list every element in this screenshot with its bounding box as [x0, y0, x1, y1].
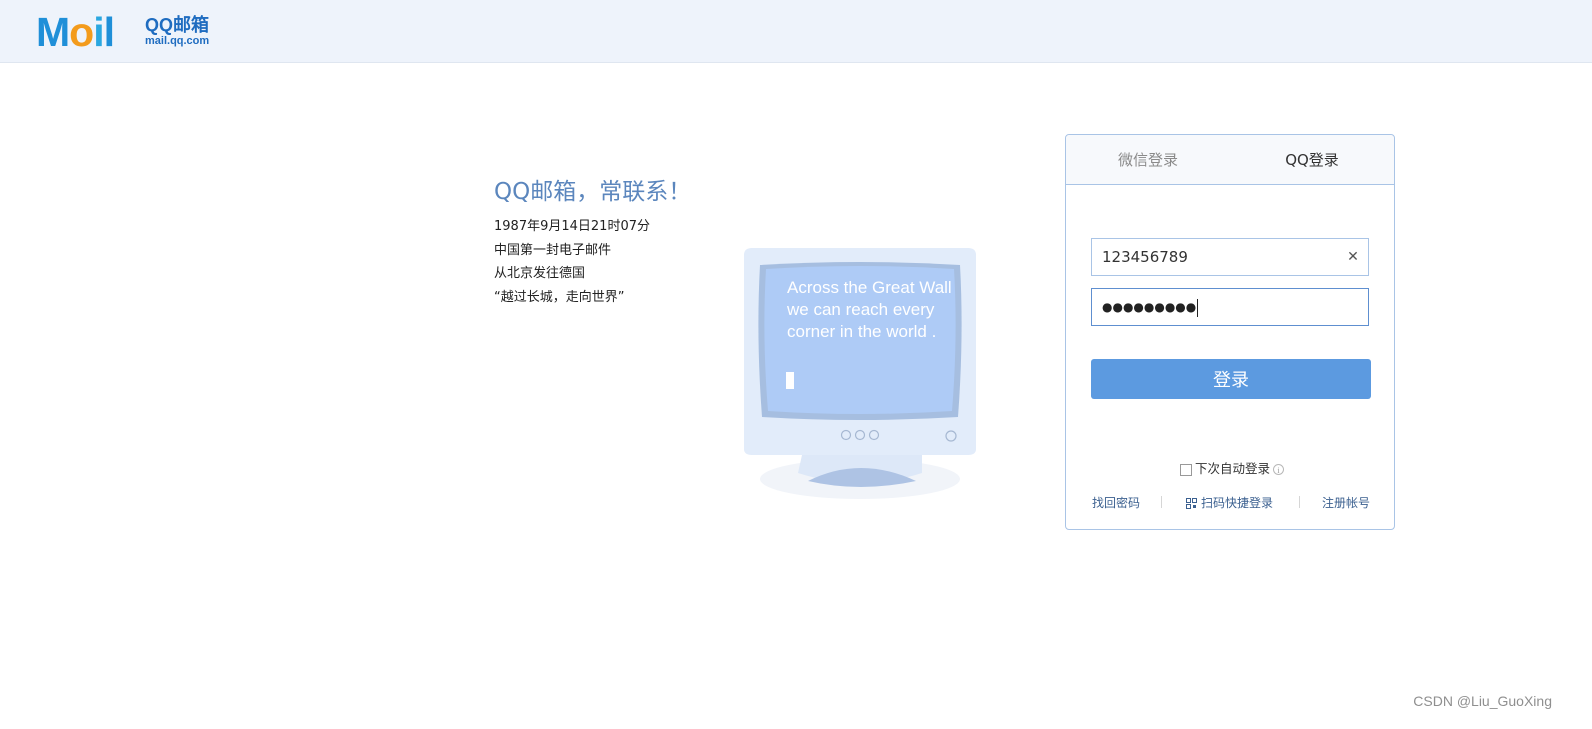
scan-login-label: 扫码快捷登录: [1201, 496, 1274, 510]
slogan-line-first-email: 中国第一封电子邮件: [494, 242, 612, 258]
monitor-cursor: [786, 372, 794, 389]
login-tabs: 微信登录 QQ登录: [1066, 135, 1394, 185]
login-button[interactable]: 登录: [1091, 359, 1371, 399]
qr-code-icon: [1186, 498, 1197, 509]
logo-letter-i: i: [93, 9, 104, 55]
tab-wechat-login[interactable]: 微信登录: [1066, 135, 1230, 184]
monitor-screen-text: Across the Great Wall we can reach every…: [787, 278, 952, 341]
slogan-line-date: 1987年9月14日21时07分: [494, 219, 650, 234]
tab-qq-login[interactable]: QQ登录: [1230, 135, 1394, 184]
password-mask: ●●●●●●●●●: [1102, 300, 1197, 314]
info-icon[interactable]: i: [1273, 464, 1285, 475]
register-account-link[interactable]: 注册帐号: [1322, 494, 1370, 511]
close-icon[interactable]: ✕: [1344, 248, 1362, 266]
find-password-link[interactable]: 找回密码: [1092, 494, 1140, 511]
password-input[interactable]: ●●●●●●●●●: [1102, 289, 1199, 325]
logo-mail-wordmark: Moil: [36, 9, 115, 55]
logo-text: QQ邮箱 mail.qq.com: [145, 15, 209, 48]
monitor-illustration: Across the Great Wall we can reach every…: [740, 245, 985, 509]
slogan-line-quote: “越过长城，走向世界”: [494, 289, 625, 305]
auto-login-label[interactable]: 下次自动登录: [1195, 461, 1270, 476]
logo-letter-m: M: [36, 9, 70, 55]
top-header: Moil QQ邮箱 mail.qq.com: [0, 0, 1592, 63]
csdn-watermark: CSDN @Liu_GuoXing: [1413, 693, 1552, 709]
link-divider: [1161, 496, 1162, 508]
logo-letter-l: l: [103, 9, 115, 55]
text-cursor: [1197, 298, 1199, 317]
password-field[interactable]: ●●●●●●●●●: [1091, 288, 1369, 326]
logo-url: mail.qq.com: [145, 35, 210, 47]
login-panel: 微信登录 QQ登录 ✕ ●●●●●●●●● 登录 下次自动登录i 找回密码 扫码…: [1065, 134, 1395, 530]
slogan-title: QQ邮箱，常联系！: [494, 179, 692, 205]
account-input[interactable]: [1092, 239, 1347, 275]
account-field: ✕: [1091, 238, 1369, 276]
bottom-links: 找回密码 扫码快捷登录 注册帐号: [1091, 494, 1371, 510]
slogan-lines: 1987年9月14日21时07分 中国第一封电子邮件 从北京发往德国 “越过长城…: [494, 215, 650, 309]
logo-cn-name: QQ邮箱: [145, 15, 210, 35]
auto-login-checkbox[interactable]: [1180, 463, 1192, 476]
logo-letter-o: o: [69, 9, 94, 55]
slogan-line-route: 从北京发往德国: [494, 266, 586, 281]
scan-login-link[interactable]: 扫码快捷登录: [1186, 494, 1273, 511]
auto-login-option[interactable]: 下次自动登录 i: [1180, 458, 1285, 476]
link-divider: [1299, 496, 1300, 508]
